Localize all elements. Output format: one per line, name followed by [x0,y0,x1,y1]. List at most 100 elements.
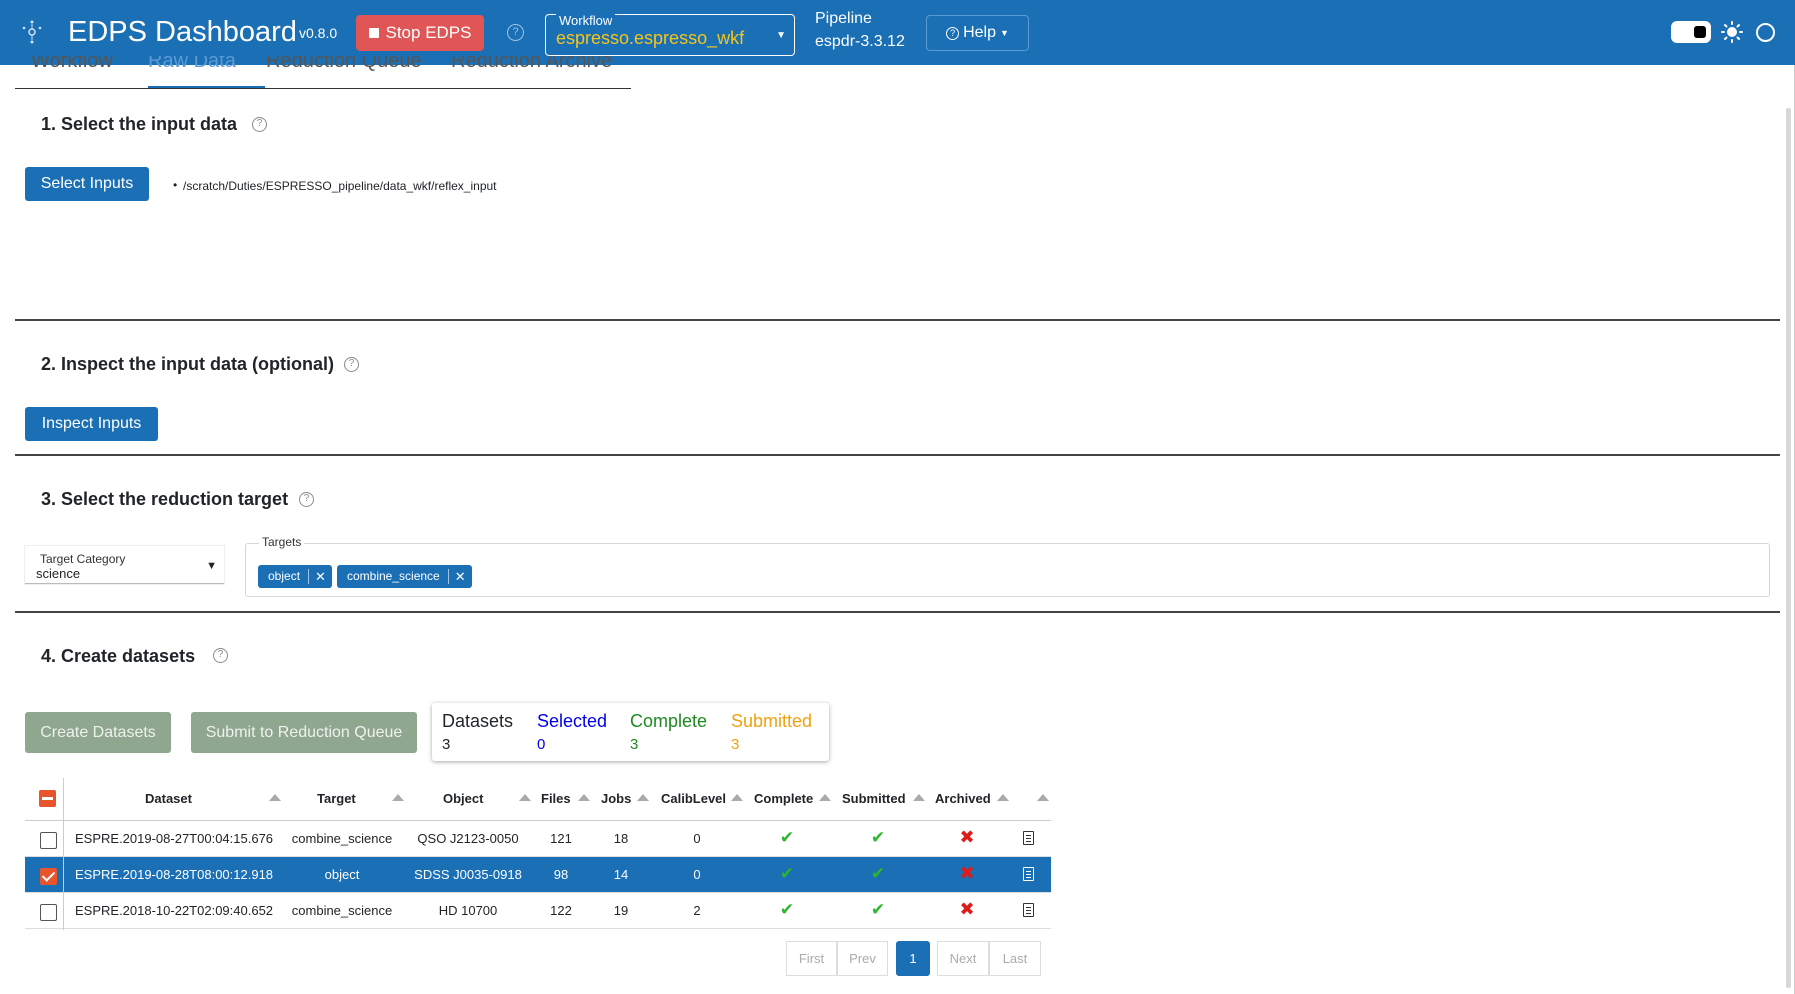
question-icon[interactable]: ? [213,648,228,663]
target-category-select[interactable]: Target Category science ▼ [25,546,224,584]
app-title: EDPS Dashboard [68,16,297,48]
sort-icon[interactable] [997,794,1009,801]
row-checkbox[interactable] [40,832,57,849]
page-first-button[interactable]: First [786,941,837,976]
stat-datasets-label: Datasets [442,711,514,731]
table-row[interactable]: ESPRE.2018-10-22T02:09:40.652 combine_sc… [25,893,1051,929]
sort-icon[interactable] [519,794,531,801]
tab-reduction-queue[interactable]: Reduction Queue [266,56,422,73]
input-path-item: /scratch/Duties/ESPRESSO_pipeline/data_w… [173,178,496,193]
section-divider [15,611,1780,613]
col-object[interactable]: Object [443,791,483,806]
target-category-label: Target Category [40,552,126,566]
help-menu-button[interactable]: ? Help ▼ [926,15,1029,51]
submit-to-queue-button[interactable]: Submit to Reduction Queue [191,712,417,753]
stat-datasets: Datasets 3 [442,711,513,753]
check-icon: ✔ [870,828,886,847]
theme-toggle[interactable] [1671,21,1711,43]
tab-raw-data[interactable]: Raw Data [148,56,236,73]
cell-dataset: ESPRE.2019-08-27T00:04:15.676 [75,831,274,846]
question-icon[interactable]: ? [299,492,314,507]
select-all-checkbox[interactable] [39,790,56,807]
targets-label: Targets [259,535,305,549]
page-next-button[interactable]: Next [937,941,989,976]
sort-icon[interactable] [578,794,590,801]
caret-down-icon: ▼ [999,28,1009,38]
cell-calib-level: 0 [693,867,701,882]
scrollbar[interactable] [1786,108,1791,988]
question-icon[interactable]: ? [507,24,524,41]
remove-chip-icon[interactable]: ✕ [449,569,472,585]
col-dataset[interactable]: Dataset [145,791,192,806]
sort-icon[interactable] [392,794,404,801]
stop-icon [368,28,379,38]
document-icon[interactable] [1023,831,1034,845]
document-icon[interactable] [1023,903,1034,917]
question-icon[interactable]: ? [344,357,359,372]
help-label: Help [963,24,996,41]
cross-icon: ✖ [959,827,975,847]
col-calib-level[interactable]: CalibLevel [661,791,726,806]
tab-workflow[interactable]: Workflow [31,56,113,73]
stat-submitted: Submitted 3 [731,711,812,753]
workflow-select[interactable]: Workflow espresso.espresso_wkf ▼ [545,13,795,56]
create-datasets-button[interactable]: Create Datasets [25,712,171,753]
pipeline-label: Pipeline [815,10,872,27]
circle-icon[interactable] [1756,23,1775,42]
stat-complete: Complete 3 [630,711,707,753]
stat-selected-label: Selected [537,711,608,731]
check-icon: ✔ [870,900,886,919]
check-icon: ✔ [779,828,795,847]
question-icon[interactable]: ? [252,117,267,132]
workflow-label: Workflow [556,13,616,28]
col-jobs[interactable]: Jobs [601,791,631,806]
caret-down-icon: ▼ [206,560,217,572]
cross-icon: ✖ [959,863,975,883]
targets-multiselect[interactable]: Targets object ✕ combine_science ✕ [245,535,1770,597]
cell-jobs: 14 [613,867,629,882]
target-chip-combine-science[interactable]: combine_science ✕ [337,565,472,588]
check-icon: ✔ [870,864,886,883]
col-archived[interactable]: Archived [935,791,991,806]
col-files[interactable]: Files [541,791,571,806]
document-icon[interactable] [1023,867,1034,881]
cell-calib-level: 2 [693,903,701,918]
col-target[interactable]: Target [317,791,356,806]
col-submitted[interactable]: Submitted [842,791,906,806]
caret-down-icon: ▼ [776,30,786,41]
page-last-button[interactable]: Last [989,941,1041,976]
tab-reduction-archive[interactable]: Reduction Archive [451,56,612,73]
section-1-title: 1. Select the input data [41,114,238,134]
sort-icon[interactable] [637,794,649,801]
table-row[interactable]: ESPRE.2019-08-28T08:00:12.918 object SDS… [25,857,1051,893]
section-divider [15,319,1780,321]
sort-icon[interactable] [819,794,831,801]
active-tab-indicator [148,86,265,88]
sort-icon[interactable] [269,794,281,801]
stop-edps-label: Stop EDPS [385,23,472,42]
table-row[interactable]: ESPRE.2019-08-27T00:04:15.676 combine_sc… [25,821,1051,857]
stat-complete-value: 3 [630,736,639,753]
sun-icon[interactable] [1721,21,1743,43]
col-complete[interactable]: Complete [754,791,813,806]
target-chip-label: object [258,569,310,584]
app-version: v0.8.0 [299,25,338,41]
target-chip-object[interactable]: object ✕ [258,565,332,588]
stat-selected: Selected 0 [537,711,607,753]
remove-chip-icon[interactable]: ✕ [309,569,332,585]
row-checkbox[interactable] [40,868,57,885]
sort-icon[interactable] [913,794,925,801]
inspect-inputs-button[interactable]: Inspect Inputs [25,407,158,441]
sort-icon[interactable] [731,794,743,801]
cell-calib-level: 0 [693,831,701,846]
stop-edps-button[interactable]: Stop EDPS [356,15,484,51]
select-inputs-button[interactable]: Select Inputs [25,167,149,201]
sort-icon[interactable] [1037,794,1049,801]
page-current-button[interactable]: 1 [896,941,930,976]
cell-target: combine_science [291,903,393,918]
check-icon: ✔ [779,900,795,919]
page-prev-button[interactable]: Prev [837,941,888,976]
stat-selected-value: 0 [537,736,546,753]
row-checkbox[interactable] [40,904,57,921]
stat-submitted-value: 3 [731,736,740,753]
